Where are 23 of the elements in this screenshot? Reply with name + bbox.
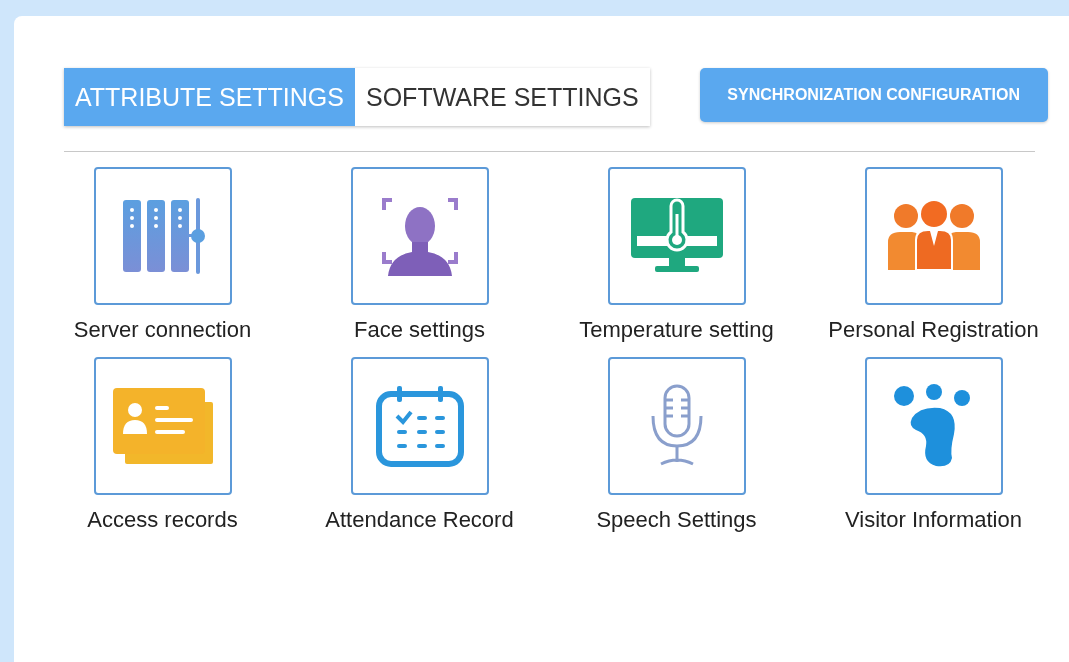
settings-tile[interactable] (93, 357, 232, 495)
settings-tile[interactable] (864, 167, 1003, 305)
tile-label: Server connection (73, 317, 252, 343)
tile-label: Personal Registration (828, 317, 1039, 343)
id-card-icon (110, 386, 215, 466)
tab[interactable]: SOFTWARE SETTINGS (355, 68, 650, 126)
calendar-icon (374, 384, 465, 468)
tile-label: Speech Settings (596, 507, 757, 533)
tile-label: Face settings (354, 317, 485, 343)
settings-tile[interactable] (93, 167, 232, 305)
tile-label: Attendance Record (325, 507, 514, 533)
settings-tile[interactable] (607, 357, 746, 495)
sync-button[interactable]: SYNCHRONIZATION CONFIGURATION (699, 68, 1048, 122)
settings-tile[interactable] (864, 357, 1003, 495)
people-group-icon (885, 200, 982, 272)
tab[interactable]: ATTRIBUTE SETTINGS (64, 68, 355, 126)
tile-label: Visitor Information (845, 507, 1022, 533)
server-rack-icon (120, 196, 205, 276)
settings-tile[interactable] (350, 167, 489, 305)
settings-tile[interactable] (350, 357, 489, 495)
tile-label: Temperature setting (579, 317, 774, 343)
tile-label: Access records (87, 507, 238, 533)
settings-tile[interactable] (607, 167, 746, 305)
